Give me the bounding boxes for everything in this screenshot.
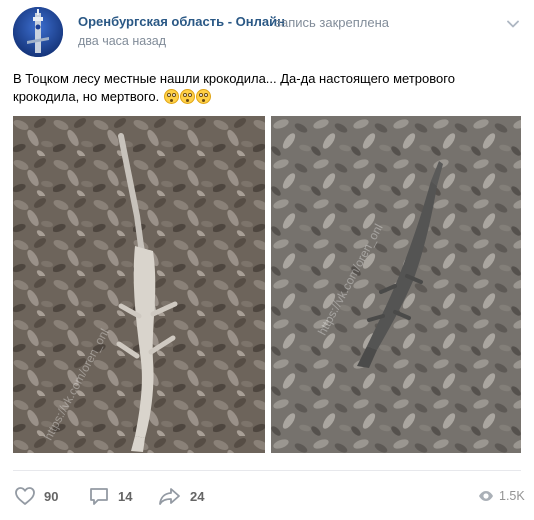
flushed-face-icon: [179, 89, 195, 104]
flushed-face-icon: [195, 89, 211, 104]
chevron-down-icon[interactable]: [503, 14, 523, 34]
pinned-label: запись закреплена: [275, 15, 389, 30]
like-button[interactable]: 90: [13, 484, 58, 508]
views-counter: 1.5K: [478, 488, 525, 504]
community-name-link[interactable]: Оренбургская область - Онлайн: [78, 14, 285, 29]
avatar-image: [13, 7, 63, 57]
footer-divider: [13, 470, 521, 471]
photo-crocodile-belly-up[interactable]: https://vk.com/oren_onl: [13, 116, 265, 453]
comment-icon: [90, 488, 108, 505]
share-icon: [159, 488, 180, 505]
shares-count: 24: [190, 488, 205, 504]
wall-post: Оренбургская область - Онлайн запись зак…: [0, 0, 534, 520]
community-avatar[interactable]: [13, 7, 63, 57]
flushed-face-icon: [163, 89, 179, 104]
post-text: В Тоцком лесу местные нашли крокодила...…: [13, 70, 513, 106]
photo-crocodile-side[interactable]: https://vk.com/oren_onl: [271, 116, 521, 453]
views-count: 1.5K: [499, 489, 525, 503]
heart-icon: [15, 487, 35, 505]
comment-button[interactable]: 14: [87, 484, 132, 508]
eye-icon: [479, 491, 493, 501]
post-text-body: В Тоцком лесу местные нашли крокодила...…: [13, 71, 455, 104]
likes-count: 90: [44, 488, 59, 504]
comments-count: 14: [118, 488, 133, 504]
post-time[interactable]: два часа назад: [78, 34, 166, 48]
share-button[interactable]: 24: [157, 484, 204, 508]
